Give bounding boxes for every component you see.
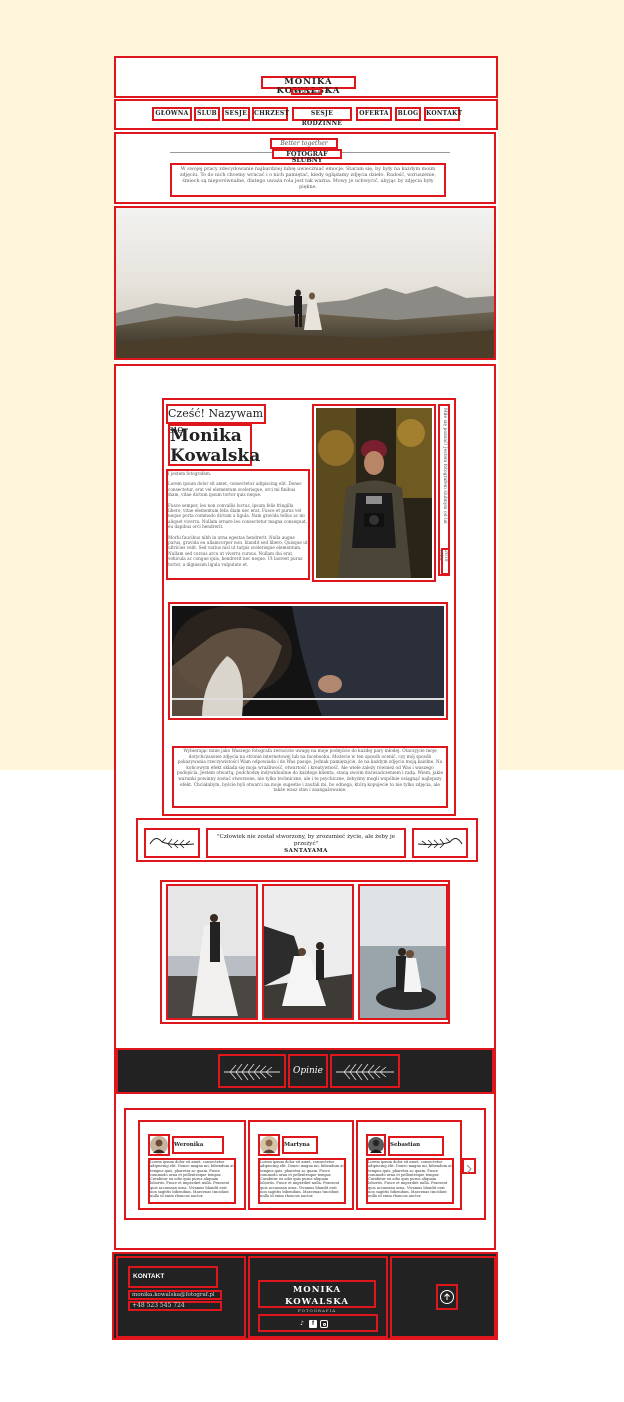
about-text: I jestem fotografem. Lorem ipsum dolor s… (166, 469, 310, 580)
footer-email-link[interactable]: monika.kowalska@fotograf.pl (128, 1290, 222, 1300)
about-section: Cześć! Nazywam się Monika Kowalska I jes… (162, 398, 456, 816)
reviews-fern-left (218, 1054, 286, 1088)
reviews-list: Weronika Lorem ipsum dolor sit amet, con… (124, 1108, 486, 1220)
avatar (258, 1134, 280, 1156)
nav-family-sessions[interactable]: SESJE RODZINNE (292, 107, 352, 127)
hero-image (114, 206, 496, 360)
review-text: Lorem ipsum dolor sit amet, consectetur … (258, 1158, 346, 1204)
nav-blog[interactable]: BLOG (395, 107, 421, 121)
fern-right-white-icon (336, 1063, 394, 1081)
facebook-icon[interactable]: f (309, 1320, 317, 1328)
nav-contact[interactable]: KONTAKT (424, 107, 462, 121)
footer-contact-title: KONTAKT (128, 1266, 218, 1288)
reviews-next-arrow[interactable] (462, 1158, 476, 1174)
nav-offer[interactable]: OFERTA (356, 107, 392, 121)
about-name-line2: Kowalska (170, 446, 261, 466)
quote-text: "Człowiek nie został stworzony, by zrozu… (216, 834, 396, 847)
gallery-photo-3-image (360, 886, 446, 1018)
footer-phone-link[interactable]: +48 523 545 724 (128, 1301, 222, 1311)
quote-section: "Człowiek nie został stworzony, by zrozu… (136, 818, 478, 862)
quote-fern-left (144, 828, 200, 858)
gallery-photo-2-image (264, 886, 352, 1018)
quote-fern-right (412, 828, 468, 858)
about-name: Monika Kowalska (168, 424, 261, 466)
gallery-photo-1[interactable] (166, 884, 258, 1020)
about-bottom-text: Wybierając mnie jako Waszego fotografa z… (172, 746, 448, 808)
photographer-photo (316, 408, 432, 578)
intro-section: Better together FOTOGRAF ŚLUBNY W swojej… (114, 132, 496, 204)
about-paragraph-2: Fusce semper, leo non convallis luctus, … (168, 502, 307, 530)
chevron-right-icon (466, 1164, 472, 1174)
review-name: Sebastian (388, 1136, 444, 1156)
review-text: Lorem ipsum dolor sit amet, consectetur … (366, 1158, 454, 1204)
nav-sessions[interactable]: SESJE (222, 107, 250, 121)
gallery-photo-3[interactable] (358, 884, 448, 1020)
reviews-fern-right (330, 1054, 400, 1088)
nav-home[interactable]: GŁÓWNA (152, 107, 192, 121)
about-dance-photo (168, 602, 448, 720)
nav-baptism[interactable]: CHRZEST (252, 107, 289, 121)
header-subtitle: FOTOGRAFIA (291, 88, 332, 95)
about-paragraph-1: Lorem ipsum dolor sit amet, consectetur … (168, 481, 302, 498)
arrow-up-circle-icon (440, 1290, 454, 1304)
couple-dance-photo (172, 606, 444, 716)
fern-right-icon (417, 837, 463, 849)
quote-author: SANTAYAMA (284, 848, 328, 854)
footer-center: MONIKA KOWALSKA FOTOGRAFIA ♪ f (248, 1256, 388, 1338)
intro-heading: FOTOGRAF ŚLUBNY (272, 149, 342, 163)
review-text: Lorem ipsum dolor sit amet, consectetur … (148, 1158, 236, 1204)
gallery-photo-2[interactable] (262, 884, 354, 1020)
intro-script: Better together (270, 138, 338, 149)
about-vertical-text: Miłe się poznać! Jestem fotografem ślubn… (442, 408, 447, 524)
about-portrait (312, 404, 436, 582)
avatar (148, 1134, 170, 1156)
review-card: Sebastian Lorem ipsum dolor sit amet, co… (356, 1120, 462, 1210)
instagram-icon[interactable] (320, 1320, 328, 1328)
fern-left-icon (149, 837, 195, 849)
quote-text-box: "Człowiek nie został stworzony, by zrozu… (206, 828, 406, 858)
intro-text: W swojej pracy zdecydowanie najbardziej … (170, 163, 446, 197)
review-card: Martyna Lorem ipsum dolor sit amet, cons… (248, 1120, 354, 1210)
main-nav: GŁÓWNA ŚLUB SESJE CHRZEST SESJE RODZINNE… (114, 99, 498, 130)
avatar (366, 1134, 386, 1156)
review-card: Weronika Lorem ipsum dolor sit amet, con… (138, 1120, 246, 1210)
footer-brand-name: MONIKA KOWALSKA (285, 1285, 349, 1307)
about-name-line1: Monika (170, 426, 242, 446)
fern-left-white-icon (224, 1063, 280, 1081)
reviews-title: Opinie (288, 1054, 328, 1088)
footer-contact: KONTAKT monika.kowalska@fotograf.pl +48 … (116, 1256, 246, 1338)
gallery-photo-1-image (168, 886, 256, 1018)
gallery-section (160, 880, 450, 1024)
review-name: Martyna (282, 1136, 318, 1154)
about-paragraph-3: Morbi faucibus nibh in urna egestas hend… (168, 534, 308, 567)
review-name: Weronika (172, 1136, 224, 1154)
site-header: MONIKA KOWALSKA FOTOGRAFIA (114, 56, 498, 98)
about-greeting: Cześć! Nazywam się (166, 404, 266, 436)
footer-social: ♪ f (258, 1314, 378, 1332)
tiktok-icon[interactable]: ♪ (298, 1320, 306, 1328)
footer-right (390, 1256, 496, 1338)
footer-brand[interactable]: MONIKA KOWALSKA FOTOGRAFIA (258, 1280, 376, 1313)
scroll-to-top-button[interactable] (436, 1284, 458, 1310)
nav-wedding[interactable]: ŚLUB (194, 107, 220, 121)
reviews-banner: Opinie (116, 1048, 494, 1094)
about-vertical-caption: Miłe się poznać! Jestem fotografem ślubn… (438, 404, 450, 576)
about-role: I jestem fotografem. (168, 471, 212, 476)
hero-couple-photo (116, 208, 494, 358)
site-footer: KONTAKT monika.kowalska@fotograf.pl +48 … (112, 1252, 498, 1340)
about-vertical-year: 2010 roku (440, 548, 448, 574)
